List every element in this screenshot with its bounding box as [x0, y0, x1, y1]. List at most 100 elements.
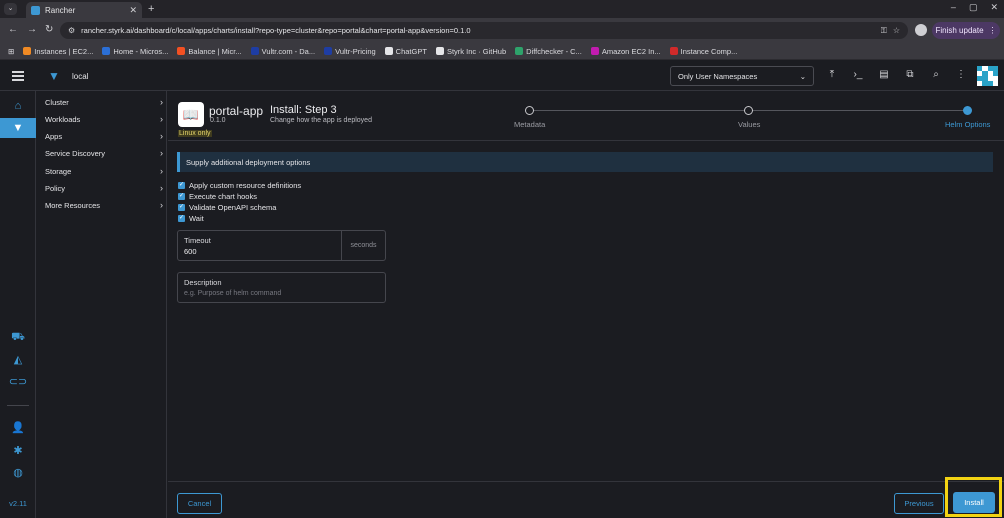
checkbox-checked-icon[interactable]: ✓ — [178, 214, 185, 222]
rancher-favicon-icon — [31, 5, 40, 15]
checkbox-apply-crds[interactable]: ✓ Apply custom resource definitions — [178, 180, 301, 190]
back-icon[interactable]: ← — [8, 24, 18, 35]
copy-kubeconfig-icon[interactable]: ⧉ — [903, 69, 917, 80]
site-info-icon[interactable]: ⚙ — [68, 26, 75, 35]
side-nav: Cluster › Workloads › Apps › Service Discovery… — [37, 91, 167, 518]
sidenav-item-policy[interactable]: Policy › — [45, 181, 163, 195]
install-button[interactable]: Install — [953, 492, 995, 513]
checkbox-label: Wait — [189, 213, 204, 223]
tab-search-icon[interactable]: ⌄ — [4, 3, 17, 15]
bookmark-favicon-icon — [102, 47, 111, 55]
previous-button[interactable]: Previous — [894, 493, 944, 514]
finish-update-button[interactable]: Finish update ⋮ — [932, 22, 1000, 39]
sidenav-item-storage[interactable]: Storage › — [45, 164, 163, 178]
os-badge: Linux only — [178, 130, 212, 137]
sidenav-item-service-discovery[interactable]: Service Discovery › — [45, 146, 163, 160]
step-label-metadata[interactable]: Metadata — [514, 120, 545, 129]
bookmark-star-icon[interactable]: ☆ — [893, 26, 900, 35]
rancher-version[interactable]: v2.11 — [0, 499, 36, 508]
bookmark-item[interactable]: Balance | Micr... — [177, 46, 242, 56]
checkbox-execute-hooks[interactable]: ✓ Execute chart hooks — [178, 191, 257, 201]
checkbox-validate-openapi[interactable]: ✓ Validate OpenAPI schema — [178, 202, 276, 212]
checkbox-checked-icon[interactable]: ✓ — [178, 192, 185, 200]
import-yaml-icon[interactable]: ⤒ — [825, 69, 839, 80]
close-tab-icon[interactable]: ✕ — [129, 5, 137, 16]
step-label-helm-options[interactable]: Helm Options — [945, 120, 990, 129]
description-placeholder[interactable]: e.g. Purpose of helm command — [184, 290, 281, 297]
bookmark-label: Vultr-Pricing — [335, 46, 376, 56]
avatar-cell — [992, 81, 998, 86]
hamburger-menu-icon[interactable] — [12, 71, 24, 81]
chevron-right-icon: › — [160, 131, 163, 141]
bookmark-item[interactable]: Instances | EC2... — [23, 47, 93, 56]
left-rail: ⌂ ▼ ⛟ ◭ ⊂⊃ 👤 ✱ ◍ v2.11 — [0, 91, 36, 518]
more-options-icon[interactable]: ⋮ — [954, 69, 968, 80]
maximize-icon[interactable]: ▢ — [969, 2, 978, 13]
sidenav-item-label: More Resources — [45, 200, 101, 210]
kubectl-shell-icon[interactable]: ›_ — [851, 69, 865, 80]
checkbox-checked-icon[interactable]: ✓ — [178, 181, 185, 189]
forward-icon[interactable]: → — [27, 24, 37, 35]
bookmark-favicon-icon — [384, 47, 393, 55]
step-dot-helm-options[interactable] — [963, 106, 972, 115]
timeout-field[interactable]: Timeout 600 seconds — [177, 230, 386, 261]
url-text[interactable]: rancher.styrk.ai/dashboard/c/local/apps/… — [81, 26, 875, 35]
bookmark-item[interactable]: Vultr.com - Da... — [250, 47, 315, 56]
wizard-footer: Cancel Previous Install — [168, 477, 1004, 518]
reload-icon[interactable]: ↻ — [45, 24, 53, 35]
timeout-value[interactable]: 600 — [184, 247, 197, 256]
bookmark-item[interactable]: Amazon EC2 In... — [590, 47, 661, 56]
user-avatar[interactable] — [977, 66, 998, 86]
sidenav-item-label: Storage — [45, 166, 72, 176]
checkbox-checked-icon[interactable]: ✓ — [178, 203, 185, 211]
puzzle-icon[interactable]: ✱ — [0, 444, 36, 457]
sidenav-item-more-resources[interactable]: More Resources › — [45, 198, 163, 212]
globe-icon[interactable]: ◍ — [0, 466, 36, 479]
bookmark-item[interactable]: Instance Comp... — [669, 47, 737, 56]
fleet-icon[interactable]: ⛟ — [0, 331, 36, 345]
browser-tab[interactable]: Rancher ✕ — [26, 2, 142, 18]
timeout-suffix: seconds — [341, 231, 385, 260]
bookmark-label: Balance | Micr... — [188, 46, 242, 56]
step-dot-metadata[interactable] — [525, 106, 534, 115]
home-icon[interactable]: ⌂ — [0, 100, 36, 112]
step-dot-values[interactable] — [744, 106, 753, 115]
bookmark-item[interactable]: Styrk Inc · GitHub — [435, 47, 506, 56]
bookmark-item[interactable]: Home - Micros... — [102, 47, 168, 56]
close-window-icon[interactable]: ✕ — [990, 2, 998, 13]
sidenav-item-cluster[interactable]: Cluster › — [45, 95, 163, 109]
address-bar[interactable]: ⚙ rancher.styrk.ai/dashboard/c/local/app… — [60, 22, 908, 39]
apps-grid-icon[interactable]: ⊞ — [8, 47, 14, 56]
new-tab-button[interactable]: + — [148, 3, 154, 15]
users-icon[interactable]: 👤 — [0, 421, 36, 434]
bookmark-item[interactable]: ChatGPT — [384, 46, 427, 56]
storage-icon[interactable]: ◭ — [0, 353, 36, 366]
bookmark-item[interactable]: Diffchecker - C... — [515, 47, 582, 56]
profile-icon[interactable] — [915, 24, 927, 36]
search-icon[interactable]: ⌕ — [929, 69, 943, 80]
header-divider — [168, 140, 1004, 141]
chevron-right-icon: › — [160, 166, 163, 176]
bookmark-label: Diffchecker - C... — [526, 46, 582, 56]
namespace-filter-select[interactable]: Only User Namespaces ⌄ — [670, 66, 814, 86]
bookmark-favicon-icon — [669, 47, 678, 55]
description-field[interactable]: Description e.g. Purpose of helm command — [177, 272, 386, 303]
sidenav-item-workloads[interactable]: Workloads › — [45, 112, 163, 126]
password-key-icon[interactable]: ⚿ — [881, 26, 887, 36]
chevron-right-icon: › — [160, 114, 163, 124]
cluster-logo-icon: ▼ — [48, 69, 60, 83]
bookmarks-bar: ⊞ Instances | EC2... Home - Micros... Bala… — [0, 43, 1004, 60]
cluster-rail-icon[interactable]: ▼ — [0, 118, 36, 138]
checkbox-wait[interactable]: ✓ Wait — [178, 213, 204, 223]
download-kubeconfig-icon[interactable]: ▤ — [877, 69, 891, 80]
cancel-button[interactable]: Cancel — [177, 493, 222, 514]
step-subtitle: Change how the app is deployed — [270, 117, 372, 124]
minimize-icon[interactable]: – — [951, 2, 956, 13]
extensions-rail-icon[interactable]: ⊂⊃ — [0, 375, 36, 388]
bookmark-favicon-icon — [250, 47, 259, 55]
sidenav-item-apps[interactable]: Apps › — [45, 129, 163, 143]
bookmark-item[interactable]: Vultr-Pricing — [324, 47, 376, 56]
bookmark-label: ChatGPT — [395, 46, 427, 56]
timeout-label: Timeout — [184, 236, 211, 245]
step-label-values[interactable]: Values — [738, 120, 760, 129]
